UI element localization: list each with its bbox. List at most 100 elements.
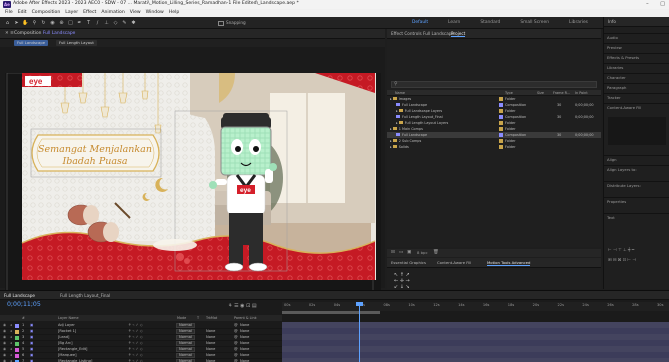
layer-label-swatch[interactable] [15,323,19,328]
audio-icon[interactable]: ◂ [10,329,12,333]
panel-preview[interactable]: Preview [607,45,667,50]
layer-label-swatch[interactable] [15,353,19,358]
label-color-swatch[interactable] [499,121,503,125]
layer-name[interactable]: [Rocket 1] [58,329,76,333]
tab-timeline-full-landscape[interactable]: Full Landscape [4,293,35,298]
bit-depth-label[interactable]: 8 bpc [417,250,428,255]
visibility-eye-icon[interactable]: ◉ [3,347,6,351]
panel-audio[interactable]: Audio [607,35,667,40]
camera-tool-icon[interactable]: ◉ [49,20,56,26]
layer-label-swatch[interactable] [15,341,19,346]
label-color-swatch[interactable] [499,103,503,107]
parent-pickwhip-icon[interactable]: @ [234,329,238,333]
menu-effect[interactable]: Effect [83,9,96,17]
workspace-learn[interactable]: Learn [448,20,460,25]
parent-pickwhip-icon[interactable]: @ [234,347,238,351]
interpret-footage-icon[interactable]: ⊟ [391,250,395,255]
layer-trkmat-select[interactable]: None [206,353,215,357]
menu-help[interactable]: Help [169,9,179,17]
playhead-line[interactable] [358,302,360,362]
composition-tab[interactable]: Composition Full Landscape [14,31,75,36]
type-tool-icon[interactable]: T [85,20,92,26]
col-frame-rate[interactable]: Frame R... [553,91,570,95]
selection-tool-icon[interactable]: ➤ [13,20,20,26]
workspace-default[interactable]: Default [412,20,428,25]
brush-tool-icon[interactable]: ∕ [94,20,101,26]
tab-timeline-full-length[interactable]: Full Length Layout_Final [60,293,110,298]
audio-icon[interactable]: ◂ [10,335,12,339]
label-color-swatch[interactable] [499,133,503,137]
menu-edit[interactable]: Edit [18,9,27,17]
col-size[interactable]: Size [537,91,544,95]
layer-label-swatch[interactable] [15,347,19,352]
audio-icon[interactable]: ◂ [10,323,12,327]
comp-chip-active[interactable]: Full Landscape [14,40,49,46]
layer-name[interactable]: [Marquee] [58,353,77,357]
layer-label-swatch[interactable] [15,329,19,334]
menu-file[interactable]: File [5,9,13,17]
menu-composition[interactable]: Composition [32,9,61,17]
tab-motion-tools[interactable]: Motion Tools Advanced [487,260,531,266]
visibility-eye-icon[interactable]: ◉ [3,329,6,333]
align-icons[interactable]: ⊢ ⊣ ⊤ ⊥ ╪ ═ [608,247,634,252]
label-color-swatch[interactable] [499,115,503,119]
layer-trkmat-select[interactable]: None [206,335,215,339]
close-panel-icon[interactable]: ✕ ≡ [5,31,14,36]
clone-stamp-tool-icon[interactable]: ⊥ [103,20,110,26]
rotate-tool-icon[interactable]: ↻ [40,20,47,26]
layer-switches-icons[interactable]: ⚘ ⌁ ✓ ◇ [128,347,143,351]
panel-text[interactable]: Text [607,215,667,220]
workspace-standard[interactable]: Standard [480,20,500,25]
visibility-eye-icon[interactable]: ◉ [3,341,6,345]
work-area-bar[interactable] [282,311,380,314]
panel-tracker[interactable]: Tracker [607,95,667,100]
col-name[interactable]: Name [395,91,405,95]
panel-character[interactable]: Character [607,75,667,80]
panel-paragraph[interactable]: Paragraph [607,85,667,90]
panel-content-aware-fill[interactable]: Content-Aware Fill [607,105,667,110]
layer-name[interactable]: [Bg Arc] [58,341,73,345]
menu-view[interactable]: View [130,9,141,17]
layer-trkmat-select[interactable]: None [206,347,215,351]
time-ruler[interactable]: 00s02s04s06s08s10s12s14s16s18s20s22s24s2… [282,302,669,311]
layer-switches-icons[interactable]: ⚘ ⌁ ✓ ◇ [128,329,143,333]
panel-align-layers-to[interactable]: Align Layers to: [607,167,667,172]
distribute-icons[interactable]: ⊞ ⊟ ⊠ ⊡ ⊢ ⊣ [608,257,636,262]
layer-parent-select[interactable]: None [240,323,249,327]
trash-icon[interactable]: 🗑 [433,250,439,255]
visibility-eye-icon[interactable]: ◉ [3,353,6,357]
minimize-button[interactable]: – [646,1,649,7]
layer-switches-icons[interactable]: ⚘ ⌁ ✓ ◇ [128,323,143,327]
rectangle-tool-icon[interactable]: □ [67,20,74,26]
parent-pickwhip-icon[interactable]: @ [234,353,238,357]
layer-duration-bar[interactable] [282,358,669,362]
layer-label-swatch[interactable] [15,335,19,340]
layer-name[interactable]: [Rectangle_Edit] [58,347,87,351]
layer-trkmat-select[interactable]: None [206,329,215,333]
workspace-libraries[interactable]: Libraries [569,20,588,25]
layer-parent-select[interactable]: None [240,353,249,357]
comp-chip-layout[interactable]: Full Length Layout [56,40,97,46]
col-type[interactable]: Type [505,91,513,95]
audio-icon[interactable]: ◂ [10,347,12,351]
audio-icon[interactable]: ◂ [10,341,12,345]
menu-animation[interactable]: Animation [101,9,124,17]
tab-effect-controls[interactable]: Effect Controls Full Landscape [391,31,454,36]
col-in-point[interactable]: In Point [575,91,588,95]
label-color-swatch[interactable] [499,127,503,131]
layer-switches-icons[interactable]: ⚘ ⌁ ✓ ◇ [128,335,143,339]
puppet-tool-icon[interactable]: ✱ [130,20,137,26]
timeline-switches-icons[interactable]: ⚘ ☰ ◉ ⊡ ▤ [228,303,257,309]
tab-content-aware-fill[interactable]: Content-Aware Fill [437,260,471,265]
panel-distribute-layers[interactable]: Distribute Layers: [607,183,667,188]
menu-layer[interactable]: Layer [65,9,78,17]
layer-switches-icons[interactable]: ⚘ ⌁ ✓ ◇ [128,353,143,357]
parent-pickwhip-icon[interactable]: @ [234,335,238,339]
label-color-swatch[interactable] [499,109,503,113]
new-composition-icon[interactable]: ▣ [407,250,411,255]
layer-switches-icons[interactable]: ⚘ ⌁ ✓ ◇ [128,341,143,345]
panel-align[interactable]: Align [607,157,667,162]
pan-behind-tool-icon[interactable]: ⊕ [58,20,65,26]
layer-name[interactable]: Adj Layer [58,323,75,327]
project-search-field[interactable]: ⚲ [391,81,597,88]
